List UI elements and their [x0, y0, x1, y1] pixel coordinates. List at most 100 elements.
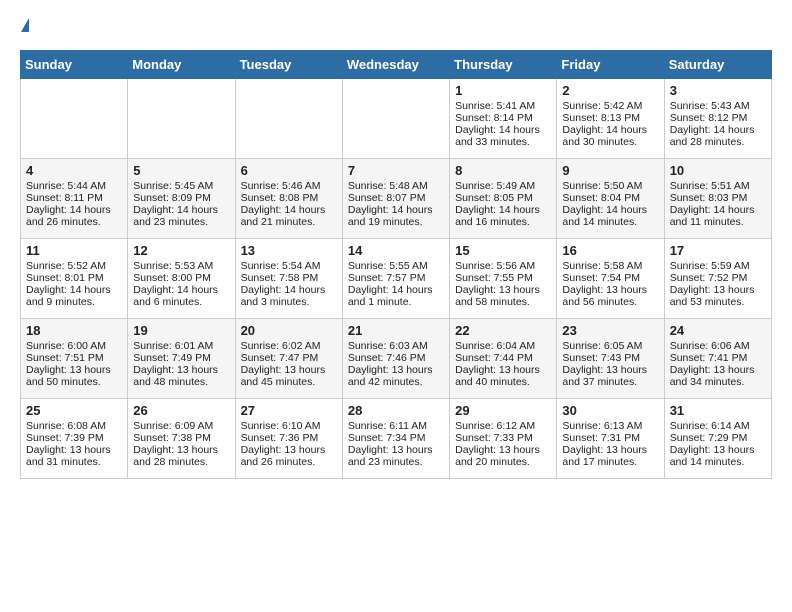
daylight-text: Daylight: 13 hours and 48 minutes. — [133, 364, 229, 388]
sunset-text: Sunset: 7:29 PM — [670, 432, 766, 444]
calendar-cell: 18Sunrise: 6:00 AMSunset: 7:51 PMDayligh… — [21, 319, 128, 399]
day-number: 22 — [455, 323, 551, 338]
sunrise-text: Sunrise: 5:53 AM — [133, 260, 229, 272]
day-number: 3 — [670, 83, 766, 98]
calendar-cell: 9Sunrise: 5:50 AMSunset: 8:04 PMDaylight… — [557, 159, 664, 239]
sunset-text: Sunset: 7:41 PM — [670, 352, 766, 364]
calendar-cell: 4Sunrise: 5:44 AMSunset: 8:11 PMDaylight… — [21, 159, 128, 239]
weekday-header-sunday: Sunday — [21, 51, 128, 79]
day-number: 20 — [241, 323, 337, 338]
calendar-cell: 30Sunrise: 6:13 AMSunset: 7:31 PMDayligh… — [557, 399, 664, 479]
sunset-text: Sunset: 8:00 PM — [133, 272, 229, 284]
weekday-row: SundayMondayTuesdayWednesdayThursdayFrid… — [21, 51, 772, 79]
sunset-text: Sunset: 7:44 PM — [455, 352, 551, 364]
calendar-cell: 16Sunrise: 5:58 AMSunset: 7:54 PMDayligh… — [557, 239, 664, 319]
sunset-text: Sunset: 8:09 PM — [133, 192, 229, 204]
calendar-cell — [128, 79, 235, 159]
day-number: 13 — [241, 243, 337, 258]
calendar-cell: 11Sunrise: 5:52 AMSunset: 8:01 PMDayligh… — [21, 239, 128, 319]
sunset-text: Sunset: 8:05 PM — [455, 192, 551, 204]
calendar-cell: 17Sunrise: 5:59 AMSunset: 7:52 PMDayligh… — [664, 239, 771, 319]
sunset-text: Sunset: 8:13 PM — [562, 112, 658, 124]
sunrise-text: Sunrise: 5:50 AM — [562, 180, 658, 192]
day-number: 9 — [562, 163, 658, 178]
sunset-text: Sunset: 7:57 PM — [348, 272, 444, 284]
day-number: 11 — [26, 243, 122, 258]
day-number: 21 — [348, 323, 444, 338]
sunrise-text: Sunrise: 6:11 AM — [348, 420, 444, 432]
daylight-text: Daylight: 14 hours and 1 minute. — [348, 284, 444, 308]
sunset-text: Sunset: 7:52 PM — [670, 272, 766, 284]
day-number: 31 — [670, 403, 766, 418]
sunrise-text: Sunrise: 6:14 AM — [670, 420, 766, 432]
weekday-header-thursday: Thursday — [450, 51, 557, 79]
day-number: 25 — [26, 403, 122, 418]
calendar-cell: 6Sunrise: 5:46 AMSunset: 8:08 PMDaylight… — [235, 159, 342, 239]
calendar-cell: 13Sunrise: 5:54 AMSunset: 7:58 PMDayligh… — [235, 239, 342, 319]
day-number: 24 — [670, 323, 766, 338]
daylight-text: Daylight: 14 hours and 11 minutes. — [670, 204, 766, 228]
sunset-text: Sunset: 8:08 PM — [241, 192, 337, 204]
logo-triangle-icon — [21, 18, 29, 32]
calendar-cell — [235, 79, 342, 159]
sunrise-text: Sunrise: 6:01 AM — [133, 340, 229, 352]
calendar-cell: 15Sunrise: 5:56 AMSunset: 7:55 PMDayligh… — [450, 239, 557, 319]
calendar-cell: 10Sunrise: 5:51 AMSunset: 8:03 PMDayligh… — [664, 159, 771, 239]
calendar-cell: 21Sunrise: 6:03 AMSunset: 7:46 PMDayligh… — [342, 319, 449, 399]
sunrise-text: Sunrise: 5:48 AM — [348, 180, 444, 192]
sunrise-text: Sunrise: 6:12 AM — [455, 420, 551, 432]
sunset-text: Sunset: 7:46 PM — [348, 352, 444, 364]
sunset-text: Sunset: 7:47 PM — [241, 352, 337, 364]
daylight-text: Daylight: 13 hours and 40 minutes. — [455, 364, 551, 388]
sunrise-text: Sunrise: 6:08 AM — [26, 420, 122, 432]
sunset-text: Sunset: 7:43 PM — [562, 352, 658, 364]
day-number: 8 — [455, 163, 551, 178]
calendar-cell: 5Sunrise: 5:45 AMSunset: 8:09 PMDaylight… — [128, 159, 235, 239]
calendar-cell: 20Sunrise: 6:02 AMSunset: 7:47 PMDayligh… — [235, 319, 342, 399]
week-row-4: 18Sunrise: 6:00 AMSunset: 7:51 PMDayligh… — [21, 319, 772, 399]
day-number: 1 — [455, 83, 551, 98]
day-number: 14 — [348, 243, 444, 258]
calendar-cell: 25Sunrise: 6:08 AMSunset: 7:39 PMDayligh… — [21, 399, 128, 479]
sunrise-text: Sunrise: 6:06 AM — [670, 340, 766, 352]
day-number: 27 — [241, 403, 337, 418]
sunset-text: Sunset: 7:49 PM — [133, 352, 229, 364]
sunrise-text: Sunrise: 5:42 AM — [562, 100, 658, 112]
sunset-text: Sunset: 7:33 PM — [455, 432, 551, 444]
sunrise-text: Sunrise: 5:44 AM — [26, 180, 122, 192]
weekday-header-tuesday: Tuesday — [235, 51, 342, 79]
daylight-text: Daylight: 13 hours and 42 minutes. — [348, 364, 444, 388]
sunset-text: Sunset: 7:38 PM — [133, 432, 229, 444]
calendar-header: SundayMondayTuesdayWednesdayThursdayFrid… — [21, 51, 772, 79]
sunrise-text: Sunrise: 5:41 AM — [455, 100, 551, 112]
daylight-text: Daylight: 13 hours and 58 minutes. — [455, 284, 551, 308]
daylight-text: Daylight: 13 hours and 37 minutes. — [562, 364, 658, 388]
daylight-text: Daylight: 14 hours and 26 minutes. — [26, 204, 122, 228]
day-number: 12 — [133, 243, 229, 258]
day-number: 15 — [455, 243, 551, 258]
sunset-text: Sunset: 7:39 PM — [26, 432, 122, 444]
calendar-cell: 3Sunrise: 5:43 AMSunset: 8:12 PMDaylight… — [664, 79, 771, 159]
day-number: 23 — [562, 323, 658, 338]
page-header — [20, 20, 772, 34]
sunset-text: Sunset: 8:07 PM — [348, 192, 444, 204]
sunrise-text: Sunrise: 5:49 AM — [455, 180, 551, 192]
daylight-text: Daylight: 13 hours and 17 minutes. — [562, 444, 658, 468]
sunrise-text: Sunrise: 5:46 AM — [241, 180, 337, 192]
daylight-text: Daylight: 14 hours and 14 minutes. — [562, 204, 658, 228]
calendar-table: SundayMondayTuesdayWednesdayThursdayFrid… — [20, 50, 772, 479]
daylight-text: Daylight: 14 hours and 16 minutes. — [455, 204, 551, 228]
calendar-cell: 23Sunrise: 6:05 AMSunset: 7:43 PMDayligh… — [557, 319, 664, 399]
sunrise-text: Sunrise: 6:09 AM — [133, 420, 229, 432]
daylight-text: Daylight: 13 hours and 14 minutes. — [670, 444, 766, 468]
daylight-text: Daylight: 14 hours and 30 minutes. — [562, 124, 658, 148]
sunset-text: Sunset: 7:58 PM — [241, 272, 337, 284]
sunrise-text: Sunrise: 5:55 AM — [348, 260, 444, 272]
daylight-text: Daylight: 13 hours and 45 minutes. — [241, 364, 337, 388]
daylight-text: Daylight: 13 hours and 20 minutes. — [455, 444, 551, 468]
day-number: 19 — [133, 323, 229, 338]
calendar-cell: 29Sunrise: 6:12 AMSunset: 7:33 PMDayligh… — [450, 399, 557, 479]
sunrise-text: Sunrise: 5:56 AM — [455, 260, 551, 272]
daylight-text: Daylight: 14 hours and 28 minutes. — [670, 124, 766, 148]
daylight-text: Daylight: 13 hours and 53 minutes. — [670, 284, 766, 308]
